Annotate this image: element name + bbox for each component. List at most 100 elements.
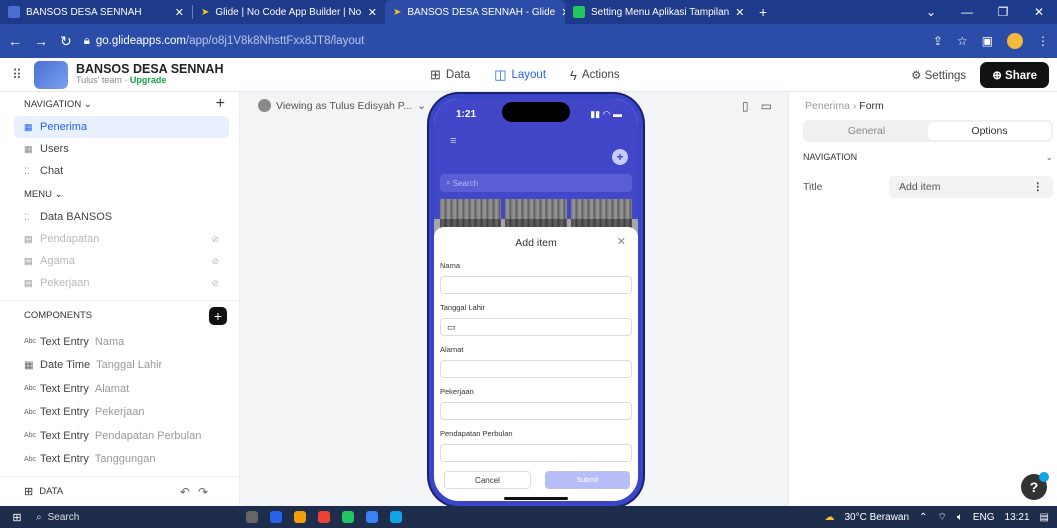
app-icon[interactable] bbox=[366, 511, 378, 523]
table-icon: ⊞ bbox=[430, 67, 441, 82]
close-window-icon[interactable]: ✕ bbox=[1021, 0, 1057, 24]
language-indicator[interactable]: ENG bbox=[973, 512, 995, 523]
whatsapp-icon[interactable] bbox=[342, 511, 354, 523]
field-pendapatan: Pendapatan Perbulan bbox=[440, 429, 632, 462]
browser-tab-3-active[interactable]: ➤ BANSOS DESA SENNAH - Glide ✕ bbox=[385, 0, 565, 24]
reload-icon[interactable]: ↻ bbox=[60, 33, 72, 50]
navigation-group-header[interactable]: NAVIGATION ⌄ bbox=[803, 152, 1053, 163]
sidebar-item-chat[interactable]: ⁚⁚ Chat bbox=[14, 160, 229, 182]
settings-button[interactable]: ⚙ Settings bbox=[911, 68, 966, 82]
component-text-entry-pendapatan[interactable]: Abc Text Entry Pendapatan Perbulan bbox=[0, 424, 239, 448]
field-pekerjaan: Pekerjaan bbox=[440, 387, 632, 420]
add-circle-icon[interactable]: + bbox=[612, 149, 628, 165]
tab-layout[interactable]: ◫ Layout bbox=[494, 67, 546, 83]
help-button[interactable]: ? bbox=[1021, 472, 1049, 500]
add-component-button[interactable]: + bbox=[209, 306, 227, 325]
sidebar-item-pekerjaan[interactable]: ▤ Pekerjaan ⊘ bbox=[14, 272, 229, 294]
more-vertical-icon[interactable]: ⋮ bbox=[1033, 181, 1044, 193]
component-text-entry-alamat[interactable]: Abc Text Entry Alamat bbox=[0, 377, 239, 401]
url-field[interactable]: 🔒︎ go.glideapps.com/app/o8j1V8k8NhsttFxx… bbox=[84, 29, 921, 53]
address-bar: ← → ↻ 🔒︎ go.glideapps.com/app/o8j1V8k8Nh… bbox=[0, 24, 1057, 58]
sidebar-icon[interactable]: ▣ bbox=[982, 34, 993, 48]
layout-icon: ◫ bbox=[494, 67, 507, 82]
close-icon[interactable]: ✕ bbox=[735, 6, 744, 19]
sidebar-item-pendapatan[interactable]: ▤ Pendapatan ⊘ bbox=[14, 228, 229, 250]
hidden-eye-icon[interactable]: ⊘ bbox=[211, 278, 219, 289]
breadcrumb-parent[interactable]: Penerima bbox=[805, 100, 850, 112]
phone-device-icon[interactable]: ▯ bbox=[742, 99, 749, 113]
viewing-as-selector[interactable]: Viewing as Tulus Edisyah P... ⌄ bbox=[258, 99, 426, 112]
volume-icon[interactable]: 🔈︎ bbox=[957, 512, 963, 523]
profile-avatar[interactable] bbox=[1007, 33, 1023, 49]
phone-search-input[interactable]: ⌕ Search bbox=[440, 174, 632, 192]
windows-taskbar: ⊞ ⌕ Search ☁ 30°C Berawan ⌃ ⌔ 🔈︎ ENG 13:2… bbox=[0, 506, 1057, 528]
close-icon[interactable]: ✕ bbox=[617, 235, 626, 248]
chevron-down-icon[interactable]: ⌄ bbox=[913, 0, 949, 24]
clock[interactable]: 13:21 bbox=[1005, 512, 1030, 523]
data-section-footer[interactable]: ⊞ DATA ↶↷ bbox=[0, 476, 240, 506]
tab-options[interactable]: Options bbox=[928, 122, 1051, 140]
windows-start-icon[interactable]: ⊞ bbox=[8, 511, 26, 524]
network-icon[interactable]: ⌔ bbox=[937, 511, 946, 524]
task-view-icon[interactable] bbox=[246, 511, 258, 523]
app-title-block[interactable]: BANSOS DESA SENNAH Tulus' team · Upgrade bbox=[76, 62, 223, 87]
app-favicon-icon bbox=[8, 6, 20, 18]
weather-text[interactable]: 30°C Berawan bbox=[844, 512, 909, 523]
undo-redo-icon[interactable]: ↶↷ bbox=[180, 485, 216, 499]
cancel-button[interactable]: Cancel bbox=[444, 471, 531, 489]
tanggal-lahir-input[interactable]: ▭ bbox=[440, 318, 632, 336]
chrome-icon[interactable] bbox=[318, 511, 330, 523]
sidebar-item-users[interactable]: ▦ Users bbox=[14, 138, 229, 160]
component-date-time-tanggal-lahir[interactable]: ▦ Date Time Tanggal Lahir bbox=[0, 354, 239, 378]
component-text-entry-tanggungan[interactable]: Abc Text Entry Tanggungan bbox=[0, 448, 239, 472]
more-icon[interactable]: ⋮ bbox=[1037, 34, 1049, 48]
share-page-icon[interactable]: ⇪ bbox=[933, 34, 943, 48]
tray-chevron-icon[interactable]: ⌃ bbox=[919, 512, 927, 523]
alamat-input[interactable] bbox=[440, 360, 632, 378]
title-input[interactable]: Add item ⋮ bbox=[889, 176, 1053, 198]
back-icon[interactable]: ← bbox=[8, 33, 22, 49]
taskbar-search[interactable]: ⌕ Search bbox=[26, 507, 216, 527]
components-section-header: COMPONENTS + bbox=[0, 300, 239, 330]
tab-actions[interactable]: ϟ Actions bbox=[570, 68, 620, 83]
edge-icon[interactable] bbox=[390, 511, 402, 523]
pekerjaan-input[interactable] bbox=[440, 402, 632, 420]
close-icon[interactable]: ✕ bbox=[368, 6, 377, 19]
browser-tab-1[interactable]: BANSOS DESA SENNAH ✕ bbox=[0, 0, 192, 24]
new-tab-icon[interactable]: + bbox=[751, 4, 775, 20]
bookmark-star-icon[interactable]: ☆ bbox=[957, 34, 968, 48]
submit-button[interactable]: Submit bbox=[545, 471, 630, 489]
navigation-section-header[interactable]: NAVIGATION ⌄ + bbox=[0, 92, 239, 116]
tab-data[interactable]: ⊞ Data bbox=[430, 67, 470, 83]
tablet-device-icon[interactable]: ▭ bbox=[761, 99, 772, 113]
sidebar-item-agama[interactable]: ▤ Agama ⊘ bbox=[14, 250, 229, 272]
component-text-entry-pekerjaan[interactable]: Abc Text Entry Pekerjaan bbox=[0, 401, 239, 425]
restore-icon[interactable]: ❐ bbox=[985, 0, 1021, 24]
upgrade-link[interactable]: Upgrade bbox=[130, 75, 167, 85]
share-button[interactable]: ⊕ Share bbox=[980, 62, 1049, 88]
notification-icon[interactable]: ▤ bbox=[1040, 512, 1049, 523]
file-explorer-icon[interactable] bbox=[294, 511, 306, 523]
pendapatan-input[interactable] bbox=[440, 444, 632, 462]
browser-tab-4[interactable]: Setting Menu Aplikasi Tampilan ✕ bbox=[565, 0, 751, 24]
word-icon[interactable] bbox=[270, 511, 282, 523]
minimize-icon[interactable]: — bbox=[949, 0, 985, 24]
close-icon[interactable]: ✕ bbox=[175, 6, 184, 19]
mode-switcher: ⊞ Data ◫ Layout ϟ Actions bbox=[430, 58, 620, 92]
sidebar-item-penerima[interactable]: ▦ Penerima bbox=[14, 116, 229, 138]
menu-section-header[interactable]: MENU ⌄ bbox=[0, 182, 239, 206]
layout-canvas: Viewing as Tulus Edisyah P... ⌄ ▯ ▭ 1:21… bbox=[240, 92, 788, 506]
text-entry-icon: Abc bbox=[24, 385, 37, 393]
forward-icon[interactable]: → bbox=[34, 33, 48, 49]
apps-grid-icon[interactable]: ⠿ bbox=[0, 67, 34, 83]
tab-general[interactable]: General bbox=[805, 122, 928, 140]
hamburger-menu-icon[interactable]: ≡ bbox=[450, 135, 456, 147]
component-text-entry-nama[interactable]: Abc Text Entry Nama bbox=[0, 330, 239, 354]
sidebar-item-data-bansos[interactable]: ⁚⁚ Data BANSOS bbox=[14, 206, 229, 228]
screen-icon: ⁚⁚ bbox=[24, 211, 30, 222]
browser-tab-2[interactable]: ➤ Glide | No Code App Builder | No ✕ bbox=[193, 0, 385, 24]
hidden-eye-icon[interactable]: ⊘ bbox=[211, 256, 219, 267]
nama-input[interactable] bbox=[440, 276, 632, 294]
add-tab-icon[interactable]: + bbox=[216, 95, 225, 113]
hidden-eye-icon[interactable]: ⊘ bbox=[211, 234, 219, 245]
